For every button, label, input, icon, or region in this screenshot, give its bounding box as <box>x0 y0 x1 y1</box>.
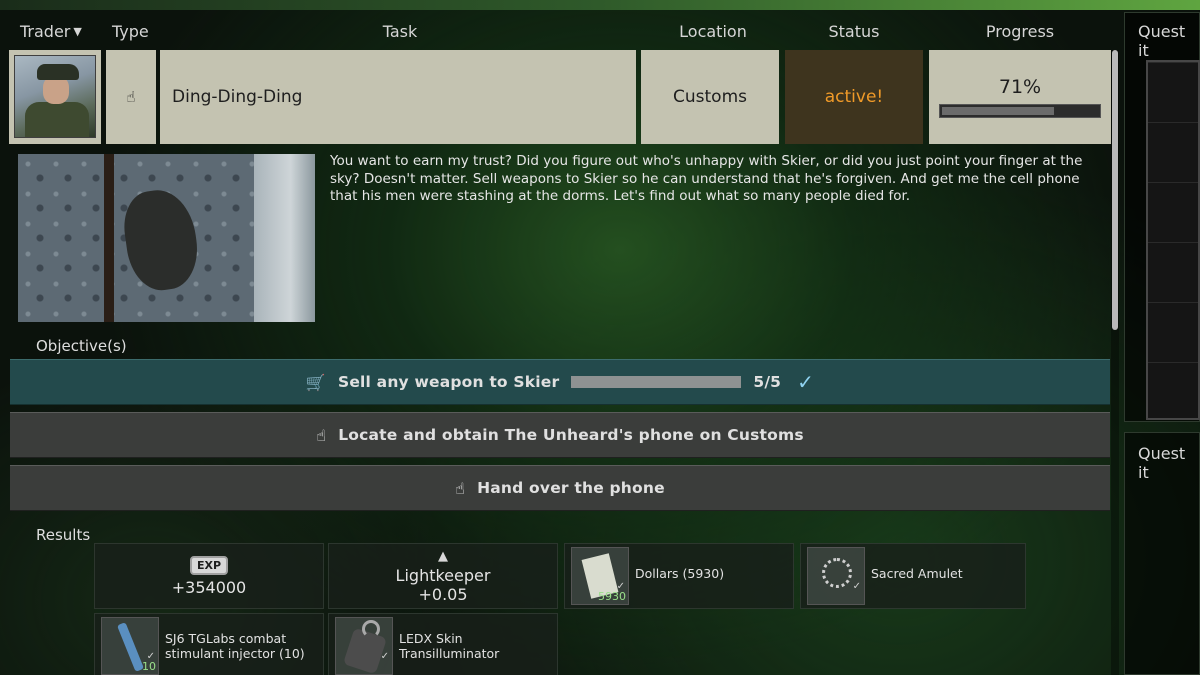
quest-items-panel: Quest it Quest it <box>1124 12 1200 675</box>
table-header: Trader ▼ Type Task Location Status Progre… <box>8 22 1108 48</box>
cart-icon: 🛒 <box>305 372 326 392</box>
reward-exp: EXP +354000 <box>94 543 324 609</box>
reputation-icon: ▲ <box>438 548 448 564</box>
type-cell: ☝ <box>106 50 156 144</box>
location-cell: Customs <box>641 50 779 144</box>
hand-pointer-icon: ☝ <box>126 88 136 106</box>
injector-icon: ✓ 10 <box>101 617 159 675</box>
trader-portrait <box>14 55 96 138</box>
scrollbar-thumb[interactable] <box>1112 50 1118 330</box>
quest-items-title-2: Quest it <box>1138 444 1186 482</box>
progress-cell: 71% <box>929 50 1111 144</box>
reward-reputation: ▲ Lightkeeper +0.05 <box>328 543 558 609</box>
quest-description: You want to earn my trust? Did you figur… <box>330 153 1083 204</box>
check-icon: ✓ <box>797 370 815 394</box>
reward-exp-value: +354000 <box>171 577 247 597</box>
objective-hand-over[interactable]: ☝ Hand over the phone <box>10 465 1110 511</box>
header-progress[interactable]: Progress <box>930 22 1110 41</box>
progress-bar-fill <box>942 107 1054 115</box>
reward-item-name: Sacred Amulet <box>871 566 963 581</box>
reward-ledx[interactable]: ✓ LEDX Skin Transilluminator <box>328 613 558 675</box>
amulet-icon: ✓ <box>807 547 865 605</box>
objective-progress-bar <box>571 376 742 388</box>
quest-image <box>18 154 315 322</box>
reward-rep-trader: Lightkeeper <box>395 565 491 585</box>
quest-items-title: Quest it <box>1138 22 1186 60</box>
quest-panel: Trader ▼ Type Task Location Status Progre… <box>8 12 1119 675</box>
exp-icon: EXP <box>189 555 229 575</box>
top-accent-bar <box>0 0 1200 10</box>
objective-sell-weapon[interactable]: 🛒 Sell any weapon to Skier 5/5 ✓ <box>10 359 1110 405</box>
check-icon: ✓ <box>380 651 389 662</box>
status-cell: active! <box>785 50 923 144</box>
chevron-down-icon: ▼ <box>73 25 82 38</box>
progress-bar <box>939 104 1101 118</box>
reward-dollars[interactable]: ✓ 5930 Dollars (5930) <box>564 543 794 609</box>
header-status[interactable]: Status <box>786 22 922 41</box>
objective-locate-phone[interactable]: ☝ Locate and obtain The Unheard's phone … <box>10 412 1110 458</box>
objective-count: 5/5 <box>753 373 782 391</box>
reward-item-name: SJ6 TGLabs combat stimulant injector (10… <box>165 631 305 661</box>
header-task[interactable]: Task <box>160 22 640 41</box>
quest-row[interactable]: ☝ Ding-Ding-Ding Customs active! 71% <box>8 50 1112 144</box>
results-label: Results <box>36 526 91 544</box>
hand-pointer-icon: ☝ <box>455 478 466 498</box>
reward-sacred-amulet[interactable]: ✓ Sacred Amulet <box>800 543 1026 609</box>
hand-pointer-icon: ☝ <box>316 425 327 445</box>
header-type[interactable]: Type <box>112 22 149 41</box>
quest-items-grid[interactable] <box>1146 60 1200 420</box>
item-quantity: 5930 <box>598 590 626 603</box>
check-icon: ✓ <box>852 581 861 592</box>
header-location[interactable]: Location <box>642 22 784 41</box>
reward-rep-value: +0.05 <box>418 584 468 604</box>
task-name: Ding-Ding-Ding <box>160 50 636 144</box>
header-trader[interactable]: Trader ▼ <box>20 22 82 41</box>
reward-sj6-injector[interactable]: ✓ 10 SJ6 TGLabs combat stimulant injecto… <box>94 613 324 675</box>
reward-item-name: Dollars (5930) <box>635 566 725 581</box>
objectives-label: Objective(s) <box>36 337 127 355</box>
ledx-icon: ✓ <box>335 617 393 675</box>
dollars-icon: ✓ 5930 <box>571 547 629 605</box>
trader-cell <box>9 50 101 144</box>
item-quantity: 10 <box>142 660 156 673</box>
reward-item-name: LEDX Skin Transilluminator <box>399 631 500 661</box>
progress-percent: 71% <box>998 76 1042 98</box>
